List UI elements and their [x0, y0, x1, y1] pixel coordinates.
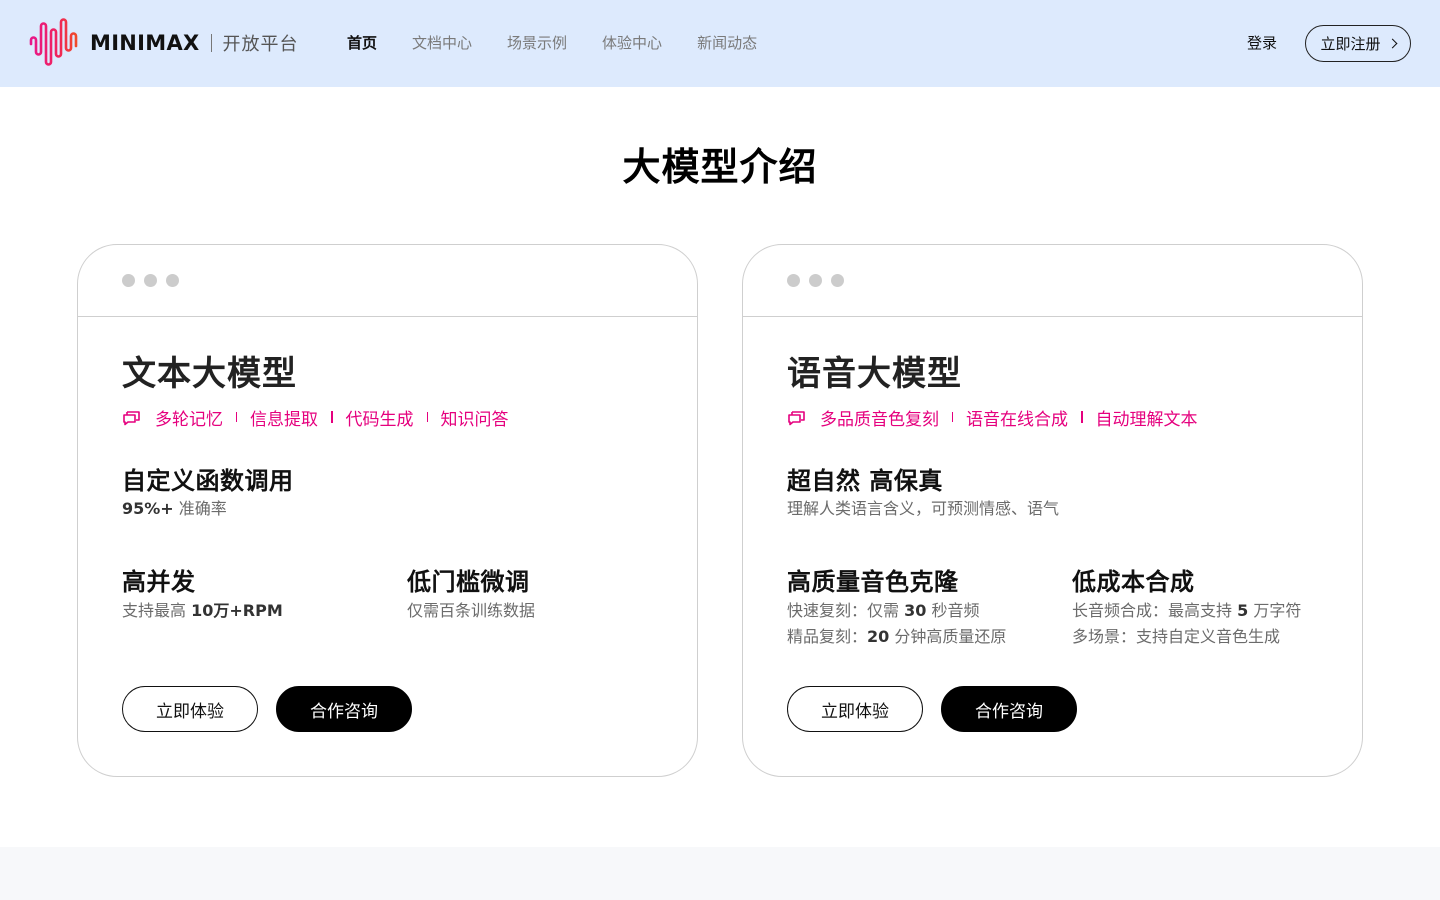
- tag-item: 代码生成: [345, 409, 414, 430]
- feature-b-title: 低成本合成: [1072, 568, 1195, 596]
- main-nav: 首页 文档中心 场景示例 体验中心 新闻动态: [347, 31, 792, 55]
- feature-main-desc: 理解人类语言含义，可预测情感、语气: [787, 499, 1060, 518]
- page-title: 大模型介绍: [622, 145, 818, 189]
- card-title: 文本大模型: [122, 354, 297, 394]
- tag-list: 多品质音色复刻 语音在线合成 自动理解文本: [787, 405, 1198, 430]
- logo-subtitle: 开放平台: [222, 34, 299, 55]
- contact-button[interactable]: 合作咨询: [276, 686, 412, 732]
- tag-item: 多轮记忆: [155, 409, 223, 430]
- card-window-bar: [78, 245, 697, 317]
- feature-a-line2-stat: 20: [867, 627, 890, 646]
- tag-item: 自动理解文本: [1095, 409, 1198, 430]
- tag-divider: [331, 411, 333, 423]
- feature-a-line1-stat: 30: [904, 601, 927, 620]
- tag-item: 知识问答: [440, 409, 509, 430]
- feature-a-desc: 支持最高 10万+RPM: [122, 598, 283, 624]
- feature-a-stat: 10万+RPM: [191, 601, 283, 620]
- text-model-card: 文本大模型 多轮记忆 信息提取 代码生成 知识问答 自定义函数调用 95%+ 准…: [77, 244, 698, 777]
- feature-b-line1: 长音频合成：最高支持 5 万字符: [1072, 598, 1301, 624]
- window-dot-icon: [166, 274, 179, 287]
- tag-list: 多轮记忆 信息提取 代码生成 知识问答: [122, 405, 509, 430]
- feature-b-line2: 多场景：支持自定义音色生成: [1072, 627, 1281, 646]
- window-dot-icon: [831, 274, 844, 287]
- next-section-band: [0, 847, 1440, 900]
- feature-a-line2-unit: 分钟高质量还原: [889, 627, 1007, 646]
- feature-a-title: 高并发: [122, 568, 196, 596]
- chat-bubble-icon: [122, 408, 142, 426]
- window-dot-icon: [144, 274, 157, 287]
- feature-a-line1: 快速复刻：仅需 30 秒音频: [787, 598, 979, 624]
- chat-bubble-icon: [787, 408, 807, 426]
- nav-item-docs[interactable]: 文档中心: [412, 31, 472, 55]
- feature-b-line1-unit: 万字符: [1248, 601, 1302, 620]
- soundwave-logo-icon: [29, 18, 83, 68]
- feature-a-line2-text: 精品复刻：: [787, 627, 868, 646]
- feature-main-desc: 95%+ 准确率: [122, 496, 227, 522]
- feature-a-line1-unit: 秒音频: [926, 601, 980, 620]
- feature-main-title: 自定义函数调用: [122, 467, 294, 495]
- login-link[interactable]: 登录: [1247, 31, 1277, 55]
- window-dot-icon: [122, 274, 135, 287]
- nav-item-news[interactable]: 新闻动态: [697, 31, 757, 55]
- logo[interactable]: MINIMAX 开放平台: [29, 18, 299, 68]
- card-title: 语音大模型: [787, 354, 962, 394]
- feature-a-line1-text: 快速复刻：仅需: [787, 601, 905, 620]
- try-now-button[interactable]: 立即体验: [122, 686, 258, 732]
- feature-b-line1-text: 长音频合成：最高支持: [1072, 601, 1238, 620]
- chevron-right-icon: [1387, 38, 1397, 49]
- nav-item-experience[interactable]: 体验中心: [602, 31, 662, 55]
- try-now-button[interactable]: 立即体验: [787, 686, 923, 732]
- window-dot-icon: [809, 274, 822, 287]
- feature-a-desc-text: 支持最高: [122, 601, 192, 620]
- card-window-bar: [743, 245, 1362, 317]
- top-header: MINIMAX 开放平台 首页 文档中心 场景示例 体验中心 新闻动态 登录 立…: [0, 0, 1440, 87]
- logo-wordmark: MINIMAX: [90, 31, 200, 55]
- feature-main-desc-text: 准确率: [173, 499, 227, 518]
- voice-model-card: 语音大模型 多品质音色复刻 语音在线合成 自动理解文本 超自然 高保真 理解人类…: [742, 244, 1363, 777]
- feature-b-desc: 仅需百条训练数据: [407, 601, 536, 620]
- nav-item-scenarios[interactable]: 场景示例: [507, 31, 567, 55]
- register-label: 立即注册: [1320, 36, 1381, 53]
- feature-b-title: 低门槛微调: [407, 568, 530, 596]
- tag-divider: [1081, 411, 1083, 423]
- tag-item: 信息提取: [250, 409, 318, 430]
- window-dot-icon: [787, 274, 800, 287]
- nav-item-home[interactable]: 首页: [347, 31, 377, 55]
- tag-item: 多品质音色复刻: [820, 409, 939, 430]
- logo-divider: [210, 34, 212, 52]
- tag-item: 语音在线合成: [966, 409, 1068, 430]
- tag-divider: [952, 412, 953, 422]
- feature-a-title: 高质量音色克隆: [787, 568, 959, 596]
- feature-a-line2: 精品复刻：20 分钟高质量还原: [787, 624, 1006, 650]
- feature-main-stat: 95%+: [122, 499, 174, 518]
- tag-divider: [426, 412, 428, 422]
- register-button[interactable]: 立即注册: [1305, 25, 1411, 62]
- tag-divider: [236, 412, 237, 422]
- feature-main-title: 超自然 高保真: [787, 467, 943, 495]
- contact-button[interactable]: 合作咨询: [941, 686, 1077, 732]
- feature-b-line1-stat: 5: [1237, 601, 1249, 620]
